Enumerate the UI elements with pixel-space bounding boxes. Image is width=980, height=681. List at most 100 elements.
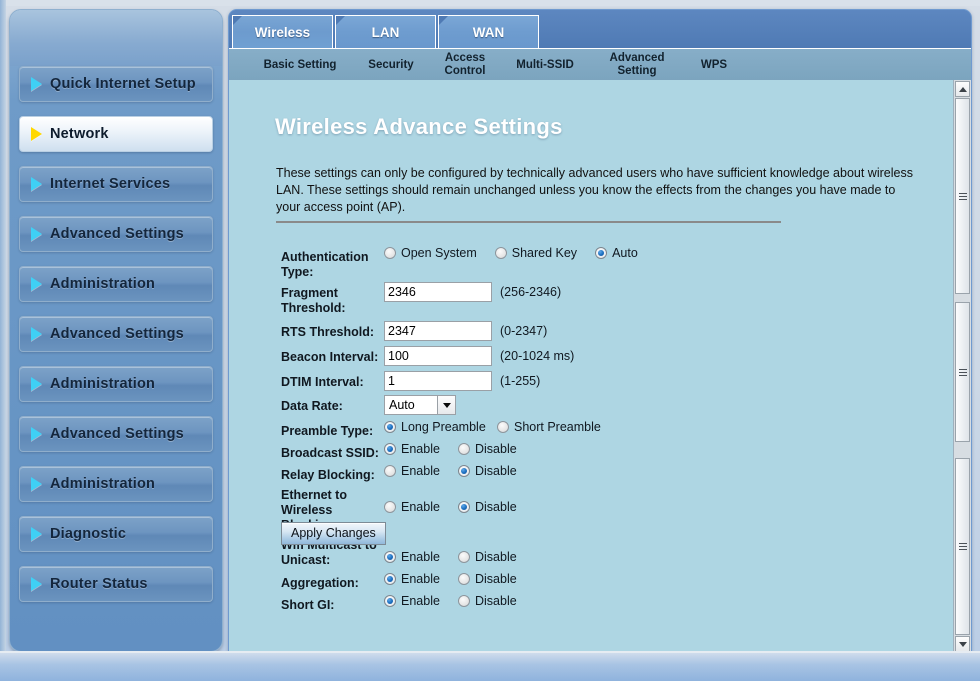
radio-circle-icon [494, 247, 507, 259]
field-row-aggregation: Aggregation: Enable Disable [229, 572, 941, 591]
sidebar-item-label: Router Status [50, 576, 148, 592]
sidebar-item-advanced-settings-3[interactable]: Advanced Settings [19, 216, 213, 252]
radio-label: Long Preamble [401, 420, 486, 434]
triangle-right-icon [31, 277, 42, 291]
subtab-security[interactable]: Security [353, 49, 429, 81]
radio-label: Disable [475, 464, 517, 478]
tab-corner-notch [439, 16, 448, 25]
tab-label: Wireless [254, 24, 311, 40]
chevron-down-icon[interactable] [437, 396, 455, 414]
field-row-fragment-threshold: Fragment Threshold: (256-2346) [229, 282, 941, 316]
radio-eth-wireless-blocking-disable[interactable]: Disable [458, 500, 517, 514]
scroll-down-arrow-icon[interactable] [955, 636, 970, 651]
subtab-label: Access Control [444, 52, 486, 77]
sidebar-item-router-status-10[interactable]: Router Status [19, 566, 213, 602]
radio-wifi-multicast-disable[interactable]: Disable [458, 550, 517, 564]
scrollbar-thumb-middle[interactable] [955, 302, 970, 442]
grip-icon [958, 541, 967, 552]
radio-label: Enable [401, 464, 440, 478]
radio-circle-icon [458, 573, 470, 585]
sidebar-item-administration-8[interactable]: Administration [19, 466, 213, 502]
radio-eth-wireless-blocking-enable[interactable]: Enable [384, 500, 458, 514]
radio-circle-icon [384, 501, 396, 513]
content-panel: Wireless LAN WAN Basic Setting Security Acce… [228, 9, 972, 652]
scrollbar-thumb-upper[interactable] [955, 98, 970, 294]
tab-lan[interactable]: LAN [335, 15, 436, 48]
sidebar-item-quick-internet-setup-0[interactable]: Quick Internet Setup [19, 66, 213, 102]
field-row-beacon-interval: Beacon Interval: (20-1024 ms) [229, 346, 941, 366]
field-row-relay-blocking: Relay Blocking: Enable Disable [229, 464, 941, 483]
radio-circle-icon [384, 465, 396, 477]
triangle-right-icon [31, 227, 42, 241]
label-authentication-type: Authentication Type: [281, 250, 369, 279]
input-dtim-interval[interactable] [384, 371, 492, 391]
sidebar-item-label: Advanced Settings [50, 326, 184, 342]
subtab-access-control[interactable]: Access Control [429, 49, 501, 81]
subtab-label: WPS [700, 58, 728, 71]
subtab-wps[interactable]: WPS [685, 49, 743, 81]
sidebar-item-internet-services-2[interactable]: Internet Services [19, 166, 213, 202]
page-content: Wireless Advance Settings These settings… [229, 80, 941, 651]
primary-tab-bar: Wireless LAN WAN [229, 10, 971, 48]
radio-aggregation-enable[interactable]: Enable [384, 572, 458, 586]
tab-wireless[interactable]: Wireless [232, 15, 333, 48]
radio-auth-open-system[interactable]: Open System [384, 246, 477, 260]
input-fragment-threshold[interactable] [384, 282, 492, 302]
radio-circle-selected-icon [595, 247, 608, 259]
scrollbar-thumb-lower[interactable] [955, 458, 970, 635]
radio-aggregation-disable[interactable]: Disable [458, 572, 517, 586]
triangle-right-icon [31, 477, 42, 491]
radio-broadcast-ssid-enable[interactable]: Enable [384, 442, 458, 456]
radio-circle-icon [497, 421, 509, 433]
radio-circle-icon [384, 247, 396, 259]
input-beacon-interval[interactable] [384, 346, 492, 366]
section-divider [276, 221, 781, 223]
radio-label: Short Preamble [514, 420, 601, 434]
radio-auth-auto[interactable]: Auto [595, 246, 638, 260]
radio-label: Disable [475, 442, 517, 456]
radio-label: Enable [401, 500, 440, 514]
sidebar-item-network-1[interactable]: Network [19, 116, 213, 152]
input-rts-threshold[interactable] [384, 321, 492, 341]
label-aggregation: Aggregation: [281, 576, 359, 590]
page-description: These settings can only be configured by… [276, 166, 913, 214]
radio-circle-selected-icon [384, 421, 396, 433]
subtab-basic-setting[interactable]: Basic Setting [247, 49, 353, 81]
radio-broadcast-ssid-disable[interactable]: Disable [458, 442, 517, 456]
radio-auth-shared-key[interactable]: Shared Key [494, 246, 577, 260]
triangle-right-icon [31, 77, 42, 91]
sidebar-item-advanced-settings-5[interactable]: Advanced Settings [19, 316, 213, 352]
page-title: Wireless Advance Settings [275, 114, 563, 139]
sidebar-item-label: Advanced Settings [50, 426, 184, 442]
wireless-advanced-form: Authentication Type: Open System Shared … [229, 246, 941, 615]
radio-wifi-multicast-enable[interactable]: Enable [384, 550, 458, 564]
vertical-scrollbar[interactable] [953, 80, 971, 651]
label-short-gi: Short GI: [281, 598, 335, 612]
sidebar-item-label: Diagnostic [50, 526, 127, 542]
select-data-rate[interactable]: Auto [384, 395, 456, 415]
sidebar-item-label: Administration [50, 276, 156, 292]
radio-short-gi-enable[interactable]: Enable [384, 594, 458, 608]
sidebar-item-administration-6[interactable]: Administration [19, 366, 213, 402]
radio-preamble-long[interactable]: Long Preamble [384, 420, 497, 434]
subtab-advanced-setting[interactable]: Advanced Setting [589, 49, 685, 81]
window-bottom-band [0, 653, 980, 681]
subtab-multi-ssid[interactable]: Multi-SSID [501, 49, 589, 81]
sidebar-item-label: Network [50, 126, 109, 142]
radio-label: Disable [475, 594, 517, 608]
sidebar-item-diagnostic-9[interactable]: Diagnostic [19, 516, 213, 552]
radio-preamble-short[interactable]: Short Preamble [497, 420, 601, 434]
field-row-dtim-interval: DTIM Interval: (1-255) [229, 371, 941, 391]
sidebar-item-administration-4[interactable]: Administration [19, 266, 213, 302]
grip-icon [958, 367, 967, 378]
radio-relay-blocking-disable[interactable]: Disable [458, 464, 517, 478]
label-rts-threshold: RTS Threshold: [281, 325, 375, 339]
field-row-authentication-type: Authentication Type: Open System Shared … [229, 246, 941, 280]
sidebar-item-advanced-settings-7[interactable]: Advanced Settings [19, 416, 213, 452]
label-broadcast-ssid: Broadcast SSID: [281, 446, 379, 460]
apply-changes-button[interactable]: Apply Changes [281, 522, 386, 545]
scroll-up-arrow-icon[interactable] [955, 81, 970, 97]
radio-short-gi-disable[interactable]: Disable [458, 594, 517, 608]
radio-relay-blocking-enable[interactable]: Enable [384, 464, 458, 478]
tab-wan[interactable]: WAN [438, 15, 539, 48]
